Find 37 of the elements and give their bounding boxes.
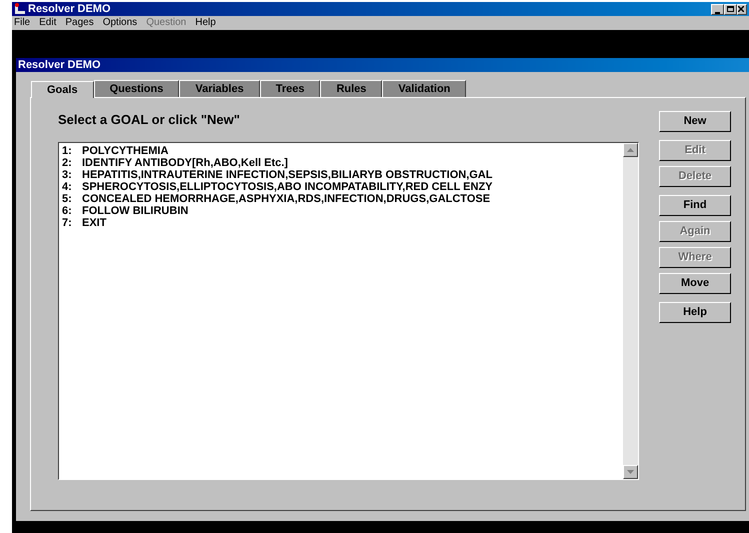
command-button[interactable]: Help <box>659 302 731 323</box>
scrollbar[interactable] <box>623 143 638 479</box>
menu-item[interactable]: File <box>14 18 30 28</box>
heading: Select a GOAL or click "New" <box>58 111 241 129</box>
window-title: Resolver DEMO <box>28 4 111 14</box>
goal-item[interactable]: 6: FOLLOW BILIRUBIN <box>62 205 623 217</box>
tab[interactable]: Variables <box>179 80 260 97</box>
close-button[interactable] <box>737 4 747 14</box>
menu-item[interactable]: Edit <box>39 18 56 28</box>
tab[interactable]: Questions <box>94 80 180 97</box>
window-title: Resolver DEMO <box>18 60 101 70</box>
menu-item[interactable]: Pages <box>65 18 94 28</box>
minimize-button[interactable] <box>711 4 724 14</box>
down-arrow-icon <box>627 470 634 474</box>
goal-item[interactable]: 2: IDENTIFY ANTIBODY[Rh,ABO,Kell Etc.] <box>62 157 623 169</box>
scroll-down-button[interactable] <box>623 465 638 479</box>
tab[interactable]: Goals <box>31 81 94 98</box>
menu-item[interactable]: Help <box>195 18 216 28</box>
maximize-button[interactable] <box>724 4 737 14</box>
tab[interactable]: Trees <box>260 80 320 97</box>
scroll-up-button[interactable] <box>623 143 638 157</box>
app-icon <box>14 3 26 15</box>
close-icon <box>738 6 744 12</box>
command-button[interactable]: Find <box>659 195 731 216</box>
up-arrow-icon <box>627 148 634 152</box>
tab[interactable]: Rules <box>320 80 382 97</box>
command-button[interactable]: New <box>659 111 731 132</box>
goal-item[interactable]: 3: HEPATITIS,INTRAUTERINE INFECTION,SEPSIS,BILIARYB OBSTRUCTION,GAL <box>62 169 623 181</box>
menu-item[interactable]: Options <box>102 18 138 28</box>
command-button[interactable]: Move <box>659 273 731 294</box>
maximize-icon <box>727 6 734 12</box>
tab[interactable]: Validation <box>382 80 466 97</box>
goal-item[interactable]: 1: POLYCYTHEMIA <box>62 145 623 157</box>
goal-item[interactable]: 4: SPHEROCYTOSIS,ELLIPTOCYTOSIS,ABO INCOMPATABILITY,RED CELL ENZY <box>62 181 623 193</box>
goal-item[interactable]: 5: CONCEALED HEMORRHAGE,ASPHYXIA,RDS,INFECTION,DRUGS,GALCTOSE <box>62 193 623 205</box>
minimize-icon <box>715 12 720 14</box>
goal-item[interactable]: 7: EXIT <box>62 217 623 229</box>
